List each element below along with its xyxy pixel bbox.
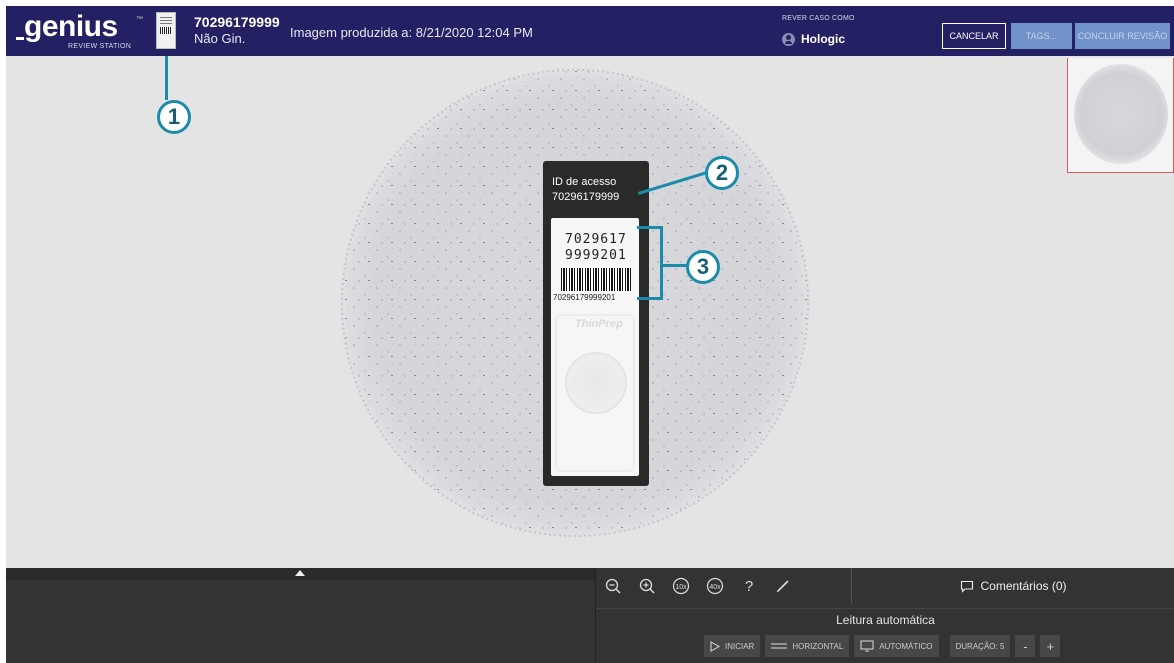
panel-collapse-bar[interactable] — [6, 568, 595, 580]
app-window: genius ™ REVIEW STATION 70296179999 Não … — [6, 6, 1174, 663]
callout-1: 1 — [157, 100, 191, 134]
callout-2: 2 — [705, 156, 739, 190]
overview-minimap[interactable] — [1067, 58, 1174, 173]
horizontal-label: HORIZONTAL — [792, 641, 844, 651]
callout-3: 3 — [686, 250, 720, 284]
comments-label: Comentários (0) — [980, 579, 1067, 593]
cancel-button[interactable]: CANCELAR — [942, 23, 1006, 49]
start-label: INICIAR — [725, 641, 755, 651]
autoread-title: Leitura automática — [596, 608, 1174, 628]
duration-plus-button[interactable]: + — [1040, 635, 1061, 657]
play-icon — [710, 640, 720, 652]
autoread-controls: INICIAR HORIZONTAL AUTOMÁTICO DURAÇÃO: 5… — [704, 635, 1061, 658]
minimap-specimen — [1074, 64, 1168, 164]
horizontal-lines-icon — [771, 643, 788, 649]
slide-specimen-circle — [565, 352, 627, 414]
barcode-number: 70296179999201 — [553, 293, 616, 302]
finish-review-button[interactable]: CONCLUIR REVISÃO — [1075, 23, 1170, 49]
logo-wordmark: genius — [24, 10, 118, 43]
genius-logo: genius ™ REVIEW STATION — [16, 12, 146, 52]
case-type: Não Gin. — [194, 31, 246, 46]
horizontal-button[interactable]: HORIZONTAL — [765, 635, 850, 657]
slide-image — [339, 67, 811, 539]
handwritten-line-2: 9999201 — [565, 248, 627, 263]
zoom-10x-icon[interactable]: 10x — [664, 568, 698, 604]
callout-3-line — [663, 264, 687, 267]
review-as-name: Hologic — [801, 32, 845, 46]
callout-3-bracket — [637, 226, 663, 300]
bottom-right-panel: 10x 40x ? Comentários (0) Leitura automá… — [595, 568, 1174, 663]
zoom-toolbar: 10x 40x ? — [596, 568, 846, 604]
barcode — [561, 268, 631, 291]
user-icon — [782, 32, 795, 46]
thinprep-logo: ThinPrep — [575, 318, 623, 330]
zoom-in-icon[interactable] — [630, 568, 664, 604]
accession-value: 70296179999 — [552, 191, 620, 203]
header-bar: genius ™ REVIEW STATION 70296179999 Não … — [6, 6, 1174, 56]
callout-1-line — [165, 56, 168, 100]
thumbnail-text-lines — [160, 17, 172, 24]
logo-trademark: ™ — [136, 16, 143, 23]
logo-underscore — [16, 37, 24, 40]
zoom-40x-icon[interactable]: 40x — [698, 568, 732, 604]
image-date: Imagem produzida a: 8/21/2020 12:04 PM — [290, 25, 533, 40]
slide-label-image: 7029617 9999201 70296179999201 ThinPrep — [551, 218, 639, 476]
accession-popup: ID de acesso 70296179999 7029617 9999201… — [543, 161, 649, 486]
slide-image-view[interactable] — [6, 56, 1067, 568]
duration-minus-button[interactable]: - — [1015, 635, 1036, 657]
thumbnail-barcode — [160, 27, 172, 34]
tags-button[interactable]: TAGS... — [1011, 23, 1072, 49]
accession-label: ID de acesso — [552, 176, 617, 188]
bottom-left-panel — [6, 568, 595, 663]
zoom-40x-label: 40x — [709, 584, 721, 591]
automatic-label: AUTOMÁTICO — [879, 641, 933, 651]
automatic-button[interactable]: AUTOMÁTICO — [854, 635, 939, 657]
monitor-icon — [860, 640, 874, 652]
review-as-user[interactable]: Hologic — [782, 31, 845, 47]
start-button[interactable]: INICIAR — [704, 635, 761, 657]
zoom-10x-label: 10x — [675, 584, 687, 591]
collapse-arrow-icon[interactable] — [295, 570, 305, 576]
comments-button[interactable]: Comentários (0) — [851, 568, 1174, 604]
help-icon[interactable]: ? — [732, 568, 766, 604]
zoom-out-icon[interactable] — [596, 568, 630, 604]
slide-label-thumbnail[interactable] — [156, 12, 176, 49]
case-id: 70296179999 — [194, 14, 280, 30]
duration-display: DURAÇÃO: 5 — [949, 635, 1011, 657]
logo-subtitle: REVIEW STATION — [68, 43, 132, 50]
pen-icon[interactable] — [766, 568, 800, 604]
handwritten-line-1: 7029617 — [565, 232, 627, 247]
review-as-label: REVER CASO COMO — [782, 15, 855, 22]
comment-icon — [961, 580, 974, 593]
